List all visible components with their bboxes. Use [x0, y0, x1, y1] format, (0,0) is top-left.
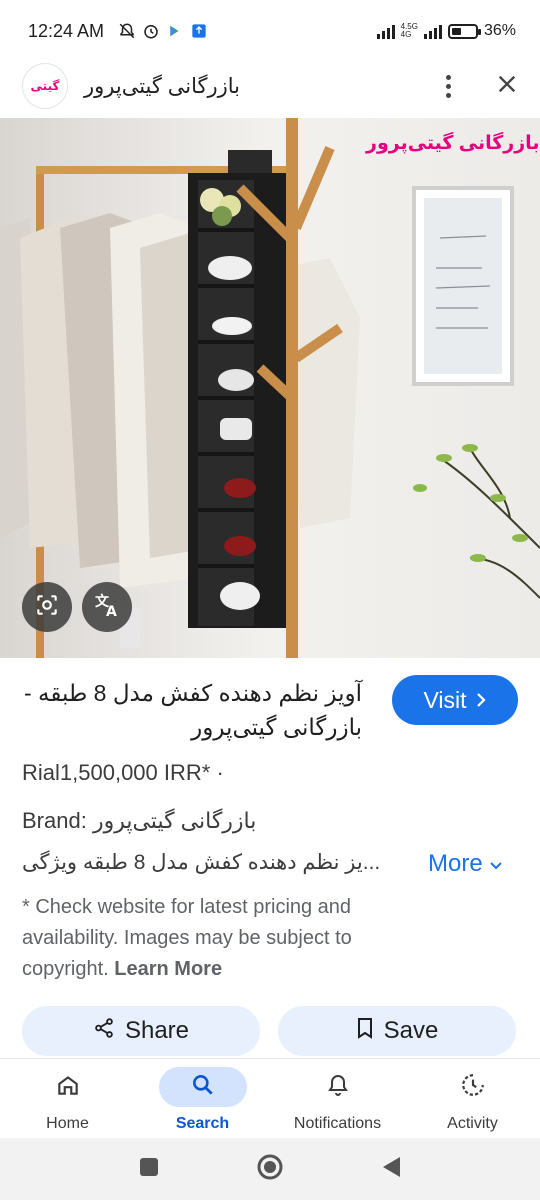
bell-icon	[326, 1072, 350, 1103]
share-button[interactable]: Share	[22, 1006, 260, 1056]
nav-activity-label: Activity	[447, 1115, 498, 1132]
activity-icon	[460, 1072, 486, 1103]
nav-notifications[interactable]: Notifications	[270, 1059, 405, 1138]
nav-activity[interactable]: Activity	[405, 1059, 540, 1138]
play-store-icon	[166, 22, 184, 40]
share-icon	[93, 1017, 115, 1046]
product-photo	[0, 118, 540, 658]
lens-button[interactable]	[22, 582, 72, 632]
price: Rial1,500,000 IRR* ·	[22, 760, 224, 785]
site-name[interactable]: بازرگانی گیتی‌پرور	[84, 74, 240, 99]
watermark-logo: بازرگانی گیتی‌پرور	[366, 133, 540, 154]
alarm-icon	[142, 22, 160, 40]
site-logo-text: گیتی	[30, 79, 60, 93]
app-update-icon	[190, 22, 208, 40]
more-button[interactable]: More	[428, 850, 503, 878]
site-logo[interactable]: گیتی	[22, 63, 68, 109]
recents-icon[interactable]	[138, 1156, 160, 1183]
brand-label: Brand:	[22, 808, 87, 833]
translate-icon: 文A	[93, 592, 121, 623]
signal-icon	[376, 23, 395, 39]
nav-notifications-label: Notifications	[293, 1115, 382, 1132]
home-circle-icon[interactable]	[256, 1153, 284, 1186]
network-type: 4.5G 4G	[400, 22, 418, 39]
signal-icon-2	[423, 23, 442, 39]
share-label: Share	[124, 1017, 190, 1044]
brand-value: بازرگانی گیتی‌پرور	[92, 808, 257, 833]
save-label: Save	[383, 1017, 439, 1044]
nav-search-label: Search	[175, 1115, 230, 1132]
more-vert-icon[interactable]	[438, 74, 458, 98]
nav-home[interactable]: Home	[0, 1059, 135, 1138]
result-header: گیتی بازرگانی گیتی‌پرور	[0, 56, 540, 116]
visit-button[interactable]: Visit	[392, 675, 518, 725]
nav-home-label: Home	[46, 1115, 89, 1132]
svg-text:A: A	[106, 604, 117, 618]
bottom-navigation: Home Search Notifications Activity	[0, 1058, 540, 1138]
battery-percent: 36%	[483, 22, 516, 39]
status-bar: 12:24 AM 4.5G 4G 36%	[0, 0, 540, 62]
translate-button[interactable]: 文A	[82, 582, 132, 632]
learn-more-link[interactable]: Learn More	[114, 958, 222, 980]
back-icon[interactable]	[380, 1155, 402, 1184]
save-button[interactable]: Save	[278, 1006, 516, 1056]
chevron-down-icon	[489, 850, 503, 878]
description: ...یز نظم دهنده کفش مدل 8 طبقه ویژگی	[22, 851, 381, 874]
chevron-right-icon	[475, 687, 487, 714]
bookmark-icon	[356, 1017, 374, 1046]
more-label: More	[428, 850, 483, 877]
disclaimer: * Check website for latest pricing and a…	[22, 892, 442, 985]
product-title: آویز نظم دهنده کفش مدل 8 طبقه - بازرگانی…	[23, 680, 362, 740]
nav-search[interactable]: Search	[135, 1059, 270, 1138]
system-navigation-bar	[0, 1138, 540, 1200]
mute-bell-icon	[118, 22, 136, 40]
product-image[interactable]: بازرگانی گیتی‌پرور	[0, 118, 540, 658]
close-icon[interactable]	[496, 73, 518, 100]
brand-row: Brand: بازرگانی گیتی‌پرور	[22, 808, 256, 834]
status-time: 12:24 AM	[28, 20, 105, 41]
lens-icon	[34, 592, 60, 623]
visit-label: Visit	[423, 686, 467, 713]
search-icon	[190, 1072, 216, 1103]
home-icon	[55, 1072, 81, 1103]
battery-icon	[447, 23, 481, 39]
